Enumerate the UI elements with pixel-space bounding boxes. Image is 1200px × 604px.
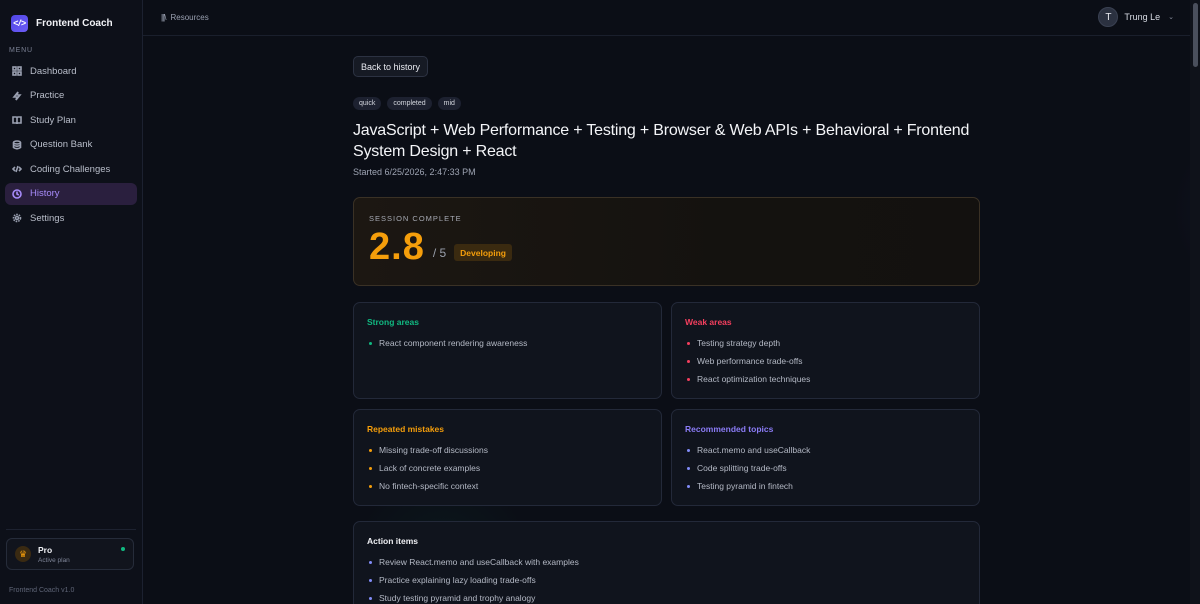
list-item: Review React.memo and useCallback with e… — [367, 553, 966, 571]
chevron-down-icon: ⌄ — [1168, 14, 1174, 21]
session-tags: quick completed mid — [353, 97, 980, 110]
topbar: |||\ Resources T Trung Le ⌄ — [143, 0, 1200, 36]
card-title: Strong areas — [367, 317, 419, 327]
page-title: JavaScript + Web Performance + Testing +… — [353, 122, 970, 160]
plan-card[interactable]: ♛ Pro Active plan — [6, 538, 134, 570]
app-name: Frontend Coach — [36, 17, 113, 29]
grid-icon — [12, 66, 22, 76]
status-dot — [121, 547, 125, 551]
card-title: Action items — [367, 536, 419, 546]
score-max: / 5 — [432, 246, 447, 260]
main-content: |||\ Resources T Trung Le ⌄ Back to hist… — [143, 0, 1200, 604]
brand[interactable]: </> Frontend Coach — [0, 0, 142, 46]
sidebar-item-label: Coding Challenges — [30, 163, 111, 175]
breadcrumb-label: Resources — [170, 13, 209, 22]
list-item: No fintech-specific context — [367, 477, 648, 495]
list-item: Missing trade-off discussions — [367, 441, 648, 459]
breadcrumb[interactable]: |||\ Resources — [161, 13, 209, 22]
tag-status: completed — [387, 97, 432, 110]
brand-logo-icon: </> — [11, 14, 28, 32]
level-badge: Developing — [454, 244, 512, 261]
card-title: Weak areas — [685, 317, 732, 327]
user-menu[interactable]: T Trung Le ⌄ — [1098, 7, 1174, 27]
sidebar-item-coding-challenges[interactable]: Coding Challenges — [5, 158, 137, 180]
list-item: Testing strategy depth — [685, 334, 966, 352]
sidebar-item-label: Settings — [30, 212, 65, 224]
book-icon — [12, 115, 22, 125]
recommended-topics-card: Recommended topics React.memo and useCal… — [671, 409, 980, 506]
feedback-grid: Strong areas React component rendering a… — [353, 302, 980, 506]
user-name: Trung Le — [1124, 12, 1161, 22]
divider — [6, 529, 136, 530]
score-value: 2.8 — [369, 226, 425, 268]
bolt-icon — [12, 91, 22, 101]
avatar: T — [1098, 7, 1119, 27]
tag-mode: quick — [353, 97, 382, 110]
menu-label: MENU — [9, 47, 33, 54]
sidebar-item-practice[interactable]: Practice — [5, 85, 137, 107]
list-item: React component rendering awareness — [367, 334, 648, 352]
plan-title: Pro — [38, 544, 53, 555]
scrollbar[interactable] — [1190, 0, 1200, 604]
scrollbar-thumb[interactable] — [1193, 3, 1198, 67]
score-card: SESSION COMPLETE 2.8 / 5 Developing — [353, 197, 980, 286]
sidebar-item-question-bank[interactable]: Question Bank — [5, 134, 137, 156]
list-item: Lack of concrete examples — [367, 459, 648, 477]
card-title: Repeated mistakes — [367, 424, 445, 434]
sidebar-item-label: History — [30, 188, 60, 199]
app-version: Frontend Coach v1.0 — [9, 587, 75, 594]
tag-level: mid — [437, 97, 461, 110]
code-icon — [12, 164, 22, 174]
database-icon — [12, 139, 22, 150]
weak-areas-card: Weak areas Testing strategy depth Web pe… — [671, 302, 980, 399]
sidebar-item-label: Study Plan — [30, 114, 76, 126]
sidebar-item-label: Dashboard — [30, 65, 77, 77]
list-item: Study testing pyramid and trophy analogy — [367, 589, 966, 604]
sidebar-item-label: Question Bank — [30, 139, 93, 150]
clock-icon — [12, 188, 22, 199]
crown-icon: ♛ — [15, 546, 31, 562]
list-item: Testing pyramid in fintech — [685, 477, 966, 495]
sidebar: </> Frontend Coach MENU Dashboard Practi… — [0, 0, 143, 604]
sidebar-item-settings[interactable]: Settings — [5, 207, 137, 229]
strong-areas-card: Strong areas React component rendering a… — [353, 302, 662, 399]
sidebar-item-study-plan[interactable]: Study Plan — [5, 109, 137, 131]
gear-icon — [12, 213, 22, 223]
action-items-card: Action items Review React.memo and useCa… — [353, 521, 980, 604]
session-start-time: Started 6/25/2026, 2:47:33 PM — [353, 167, 476, 177]
session-detail: Back to history quick completed mid Java… — [353, 56, 980, 604]
list-item: Web performance trade-offs — [685, 352, 966, 370]
library-icon: |||\ — [161, 13, 167, 22]
sidebar-item-dashboard[interactable]: Dashboard — [5, 60, 137, 82]
repeated-mistakes-card: Repeated mistakes Missing trade-off disc… — [353, 409, 662, 506]
list-item: React optimization techniques — [685, 370, 966, 388]
sidebar-item-label: Practice — [30, 90, 65, 101]
sidebar-nav: Dashboard Practice Study Plan Question B… — [0, 60, 142, 229]
list-item: React.memo and useCallback — [685, 441, 966, 459]
sidebar-item-history[interactable]: History — [5, 182, 137, 205]
plan-subtitle: Active plan — [38, 556, 70, 564]
card-title: Recommended topics — [685, 424, 774, 434]
back-to-history-button[interactable]: Back to history — [353, 56, 429, 77]
list-item: Code splitting trade-offs — [685, 459, 966, 477]
list-item: Practice explaining lazy loading trade-o… — [367, 571, 966, 589]
score-label: SESSION COMPLETE — [369, 214, 462, 223]
